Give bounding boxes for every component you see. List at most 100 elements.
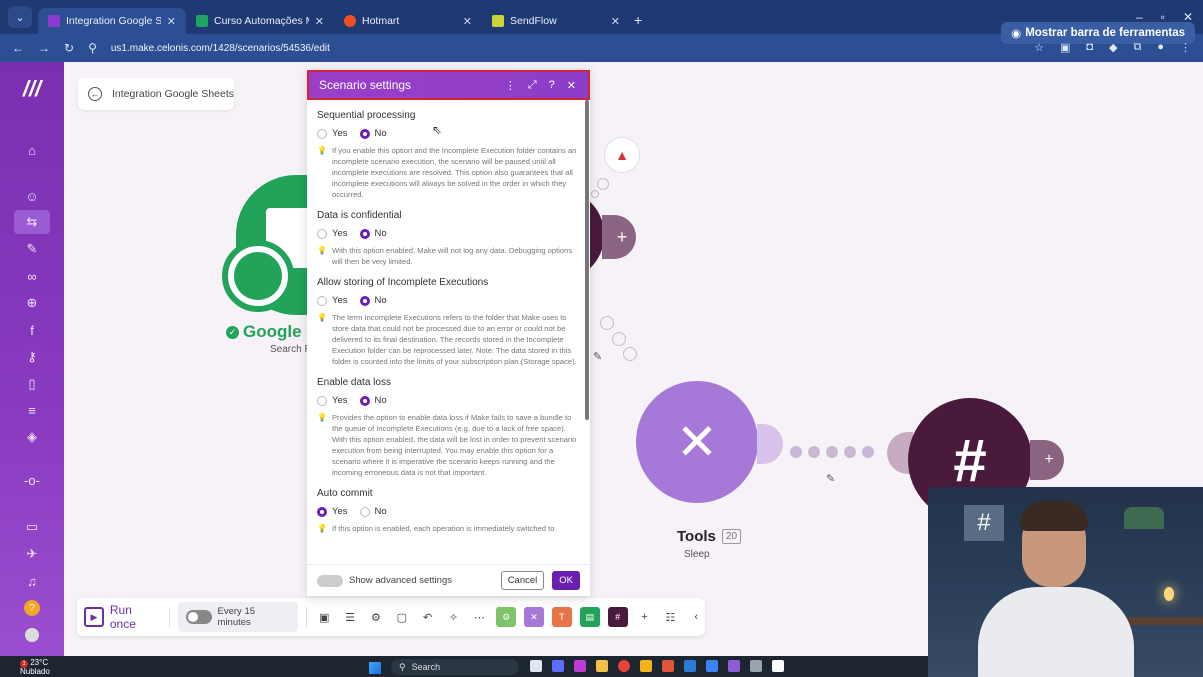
radio-no[interactable]: No bbox=[359, 295, 387, 306]
dialog-scrollbar[interactable] bbox=[585, 100, 589, 420]
url-field[interactable]: us1.make.celonis.com/1428/scenarios/5453… bbox=[111, 43, 330, 54]
flow-icon[interactable]: -o- bbox=[14, 468, 50, 492]
more-icon[interactable]: ⋯ bbox=[470, 608, 488, 626]
cancel-button[interactable]: Cancel bbox=[500, 571, 545, 590]
collapse-chevron-icon[interactable]: ‹ bbox=[687, 608, 705, 626]
devices-icon[interactable]: ▯ bbox=[14, 372, 50, 396]
back-to-scenarios-button[interactable]: ← Integration Google Sheets bbox=[78, 78, 234, 110]
list-icon[interactable]: ☷ bbox=[661, 608, 679, 626]
radio-yes[interactable]: Yes bbox=[317, 228, 348, 239]
scheduler-clock-icon[interactable] bbox=[222, 240, 294, 312]
save-icon[interactable]: ▣ bbox=[315, 608, 333, 626]
app-icon[interactable] bbox=[728, 660, 740, 672]
site-info-icon[interactable]: ⚲ bbox=[88, 41, 97, 55]
notes-icon[interactable] bbox=[640, 660, 652, 672]
reload-icon[interactable]: ↻ bbox=[64, 41, 74, 55]
forward-arrow-icon[interactable]: → bbox=[38, 41, 50, 55]
radio-yes[interactable]: Yes bbox=[317, 506, 348, 517]
home-icon[interactable]: ⌂ bbox=[14, 138, 50, 162]
avatar[interactable] bbox=[14, 623, 50, 647]
schedule-toggle[interactable] bbox=[185, 610, 212, 624]
slack-app-icon[interactable]: # bbox=[607, 607, 628, 627]
data-stores-icon[interactable]: ≡ bbox=[14, 398, 50, 422]
tools-gear-icon[interactable]: ⚙ bbox=[496, 607, 517, 627]
extension-icon[interactable]: ▣ bbox=[1060, 41, 1070, 54]
tab-integration-google-sheets[interactable]: Integration Google Sheets | Ma ✕ bbox=[38, 8, 186, 34]
docs-icon[interactable]: ▭ bbox=[14, 515, 50, 539]
templates-icon[interactable]: ✎ bbox=[14, 237, 50, 261]
settings-icon[interactable] bbox=[750, 660, 762, 672]
comment-icon[interactable]: ▢ bbox=[393, 608, 411, 626]
calculator-icon[interactable] bbox=[706, 660, 718, 672]
functions-icon[interactable]: f bbox=[14, 318, 50, 342]
file-explorer-icon[interactable] bbox=[596, 660, 608, 672]
scenarios-icon[interactable]: ⇆ bbox=[14, 210, 50, 234]
flow-control-icon[interactable]: ✕ bbox=[524, 607, 544, 627]
taskbar-search[interactable]: ⚲ Search bbox=[391, 659, 519, 675]
word-icon[interactable] bbox=[684, 660, 696, 672]
team-icon[interactable]: ☺ bbox=[14, 184, 50, 208]
google-sheets-app-icon[interactable]: ▤ bbox=[579, 607, 600, 627]
back-arrow-icon[interactable]: ← bbox=[12, 41, 24, 55]
app-icon[interactable] bbox=[662, 660, 674, 672]
notes-icon[interactable]: ☰ bbox=[341, 608, 359, 626]
radio-yes[interactable]: Yes bbox=[317, 128, 348, 139]
copilot-icon[interactable] bbox=[574, 660, 586, 672]
tab-sendflow[interactable]: SendFlow ✕ bbox=[482, 8, 630, 34]
app-icon[interactable] bbox=[772, 660, 784, 672]
extension-icon[interactable]: ◆ bbox=[1109, 41, 1117, 54]
extension-icon[interactable]: ◘ bbox=[1086, 41, 1093, 54]
help-icon[interactable]: ? bbox=[14, 596, 50, 620]
radio-yes[interactable]: Yes bbox=[317, 295, 348, 306]
menu-icon[interactable]: ⋮ bbox=[1180, 41, 1191, 54]
weather-widget[interactable]: 1 23°C Nublado bbox=[20, 659, 50, 676]
tools-module[interactable]: ✕ bbox=[636, 381, 758, 503]
make-logo-icon[interactable]: /// bbox=[23, 76, 41, 102]
advanced-settings-toggle[interactable]: Show advanced settings bbox=[317, 574, 493, 587]
profile-icon[interactable]: ● bbox=[1157, 41, 1164, 54]
meet-icon[interactable] bbox=[552, 660, 564, 672]
radio-no[interactable]: No bbox=[359, 395, 387, 406]
magic-wand-icon[interactable]: ✧ bbox=[445, 608, 463, 626]
close-tab-icon[interactable]: ✕ bbox=[167, 15, 176, 28]
wrench-icon[interactable]: ✎ bbox=[593, 350, 602, 363]
undo-icon[interactable]: ↶ bbox=[419, 608, 437, 626]
bell-icon[interactable]: ♫ bbox=[14, 569, 50, 593]
tab-search-icon[interactable]: ⌄ bbox=[8, 6, 32, 28]
rocket-icon[interactable]: ✈ bbox=[14, 542, 50, 566]
warning-icon[interactable]: ▲ bbox=[604, 137, 640, 173]
tab-curso-automacoes[interactable]: Curso Automações Make - CST ✕ bbox=[186, 8, 334, 34]
run-once-button[interactable]: ▶ Run once bbox=[84, 603, 161, 631]
add-module-icon[interactable]: + bbox=[602, 215, 636, 259]
keys-icon[interactable]: ⚷ bbox=[14, 345, 50, 369]
task-view-icon[interactable] bbox=[530, 660, 542, 672]
close-tab-icon[interactable]: ✕ bbox=[463, 15, 472, 28]
puzzle-icon[interactable]: ⧉ bbox=[1133, 41, 1141, 54]
add-icon[interactable]: + bbox=[636, 608, 654, 626]
add-module-icon[interactable]: + bbox=[1030, 440, 1064, 480]
radio-no[interactable]: No bbox=[359, 128, 387, 139]
close-tab-icon[interactable]: ✕ bbox=[611, 15, 620, 28]
text-parser-icon[interactable]: T bbox=[551, 607, 572, 627]
radio-yes[interactable]: Yes bbox=[317, 395, 348, 406]
tab-hotmart[interactable]: Hotmart ✕ bbox=[334, 8, 482, 34]
new-tab-icon[interactable]: + bbox=[634, 12, 642, 28]
toggle-switch[interactable] bbox=[317, 574, 343, 587]
radio-no[interactable]: No bbox=[359, 506, 387, 517]
schedule-control[interactable]: Every 15 minutes bbox=[177, 602, 299, 632]
close-icon[interactable]: ✕ bbox=[567, 79, 576, 92]
chrome-icon[interactable] bbox=[618, 660, 630, 672]
more-icon[interactable]: ⋮ bbox=[505, 79, 516, 92]
wrench-icon[interactable]: ✎ bbox=[826, 472, 835, 485]
connections-icon[interactable]: ∞ bbox=[14, 264, 50, 288]
close-tab-icon[interactable]: ✕ bbox=[315, 15, 324, 28]
windows-start-icon[interactable] bbox=[369, 662, 381, 674]
expand-icon[interactable]: ⤢ bbox=[528, 79, 537, 92]
help-icon[interactable]: ? bbox=[549, 79, 555, 91]
ok-button[interactable]: OK bbox=[552, 571, 580, 590]
radio-no[interactable]: No bbox=[359, 228, 387, 239]
data-structures-icon[interactable]: ◈ bbox=[14, 425, 50, 449]
webhooks-icon[interactable]: ⊕ bbox=[14, 291, 50, 315]
star-icon[interactable]: ☆ bbox=[1034, 41, 1044, 54]
settings-gear-icon[interactable]: ⚙ bbox=[367, 608, 385, 626]
